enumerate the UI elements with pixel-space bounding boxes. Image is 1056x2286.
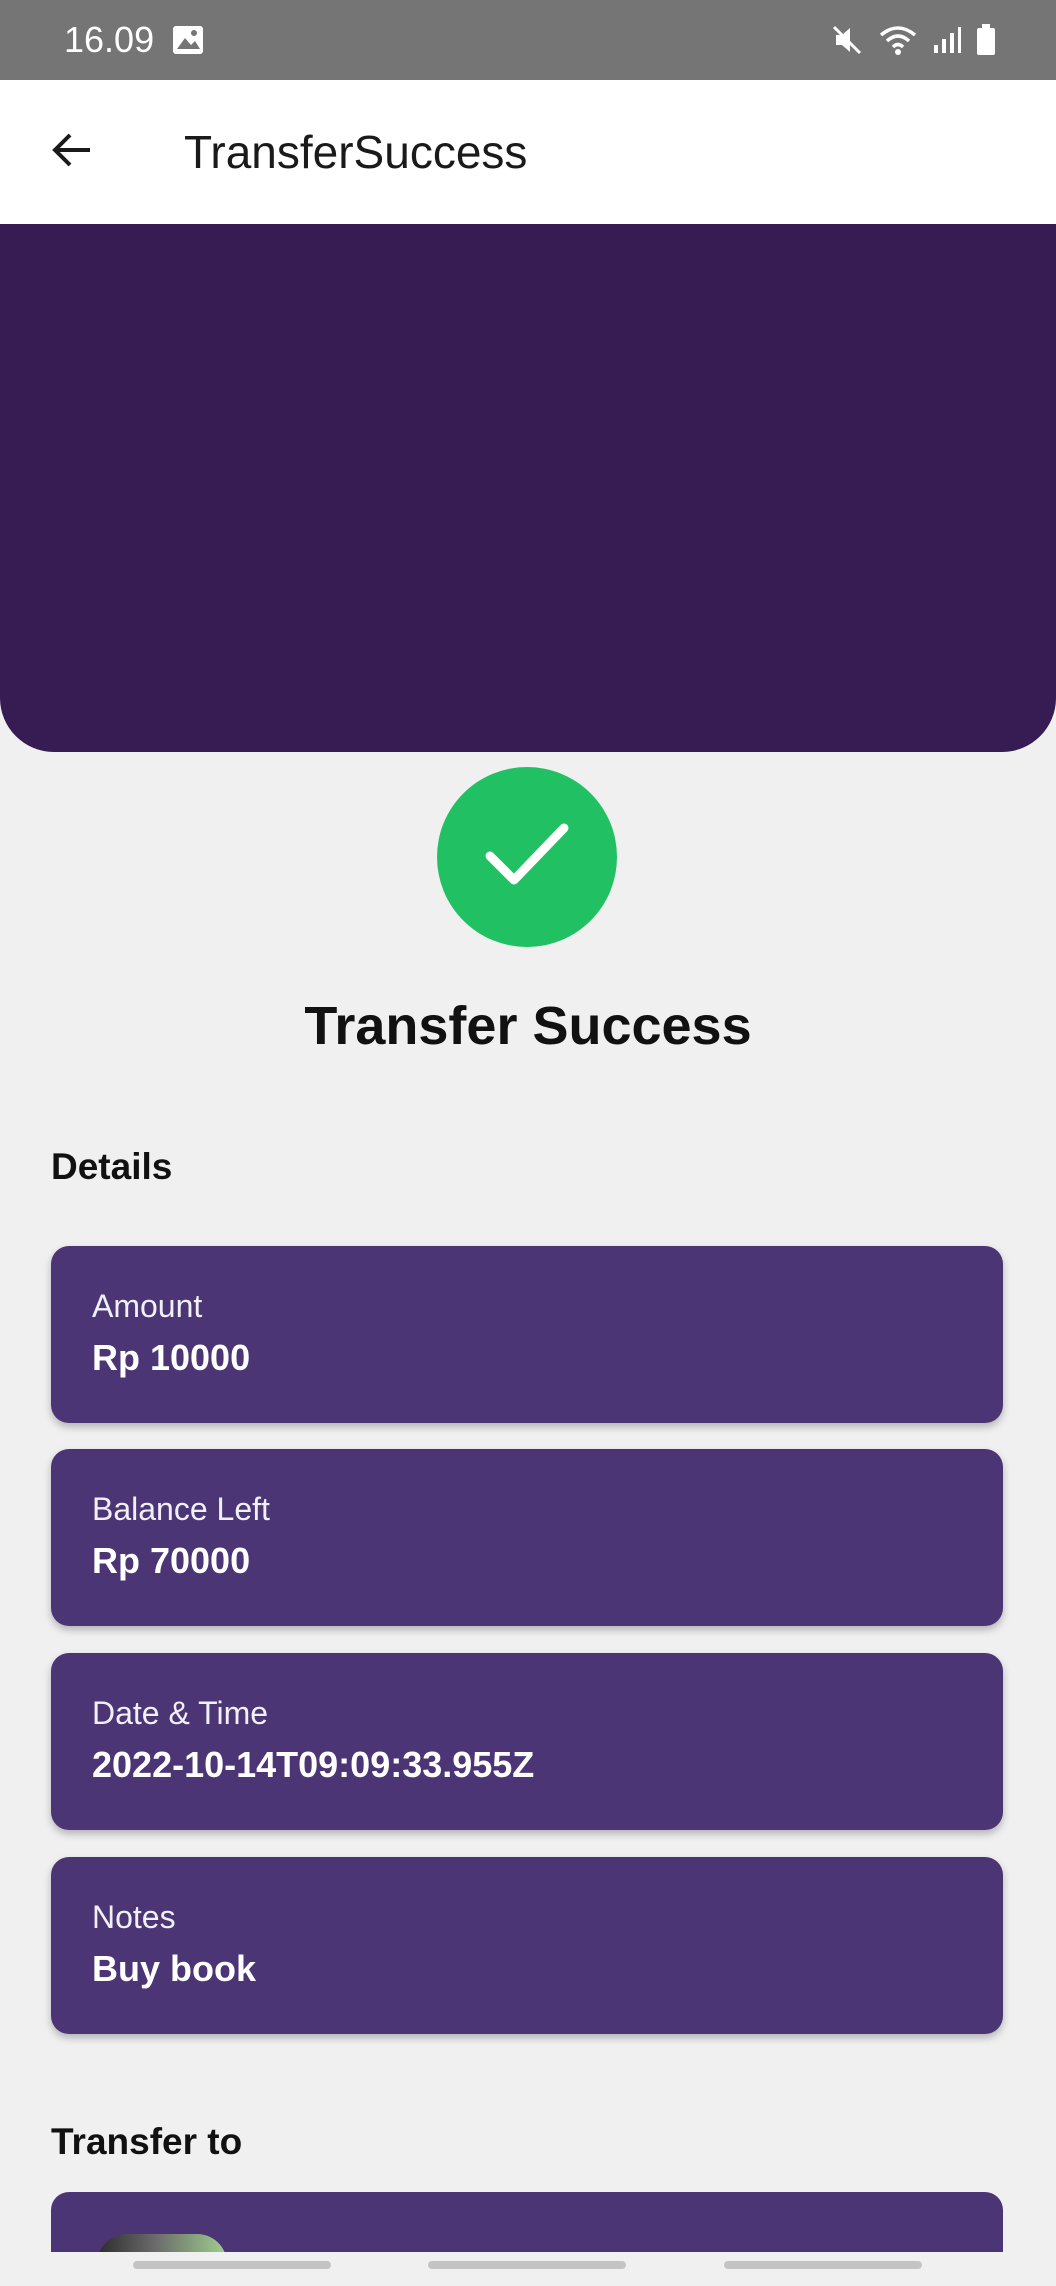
detail-value: Rp 70000	[92, 1540, 251, 1581]
detail-value: Buy book	[92, 1948, 257, 1989]
detail-card-notes: Notes Buy book	[51, 1857, 1003, 2034]
nav-back-button[interactable]	[724, 2261, 922, 2269]
hero-banner	[0, 224, 1056, 752]
nav-recents-button[interactable]	[133, 2261, 331, 2269]
detail-card-balance: Balance Left Rp 70000	[51, 1449, 1003, 1626]
status-time: 16.09	[64, 19, 155, 60]
recipient-card[interactable]	[51, 2192, 1003, 2252]
nav-home-button[interactable]	[428, 2261, 626, 2269]
success-heading: Transfer Success	[304, 996, 752, 1056]
arrow-left-icon	[50, 128, 94, 177]
detail-label: Notes	[92, 1899, 176, 1935]
detail-card-datetime: Date & Time 2022-10-14T09:09:33.955Z	[51, 1653, 1003, 1830]
back-button[interactable]	[0, 80, 144, 224]
details-label: Details	[51, 1146, 173, 1187]
app-bar: TransferSuccess	[0, 80, 1056, 224]
transfer-to-label: Transfer to	[51, 2121, 243, 2162]
battery-icon	[976, 24, 996, 56]
mute-icon	[830, 23, 864, 57]
signal-icon	[932, 25, 962, 55]
detail-label: Amount	[92, 1288, 203, 1324]
detail-value: Rp 10000	[92, 1337, 251, 1378]
gallery-icon	[172, 25, 204, 55]
page-title: TransferSuccess	[184, 126, 528, 178]
detail-label: Balance Left	[92, 1491, 270, 1527]
check-icon	[482, 820, 572, 895]
status-bar: 16.09	[0, 0, 1056, 80]
navigation-bar	[0, 2252, 1056, 2286]
wifi-icon	[878, 23, 918, 57]
detail-label: Date & Time	[92, 1695, 269, 1731]
avatar	[97, 2234, 227, 2252]
detail-card-amount: Amount Rp 10000	[51, 1246, 1003, 1423]
success-badge	[437, 767, 617, 947]
detail-value: 2022-10-14T09:09:33.955Z	[92, 1744, 535, 1785]
